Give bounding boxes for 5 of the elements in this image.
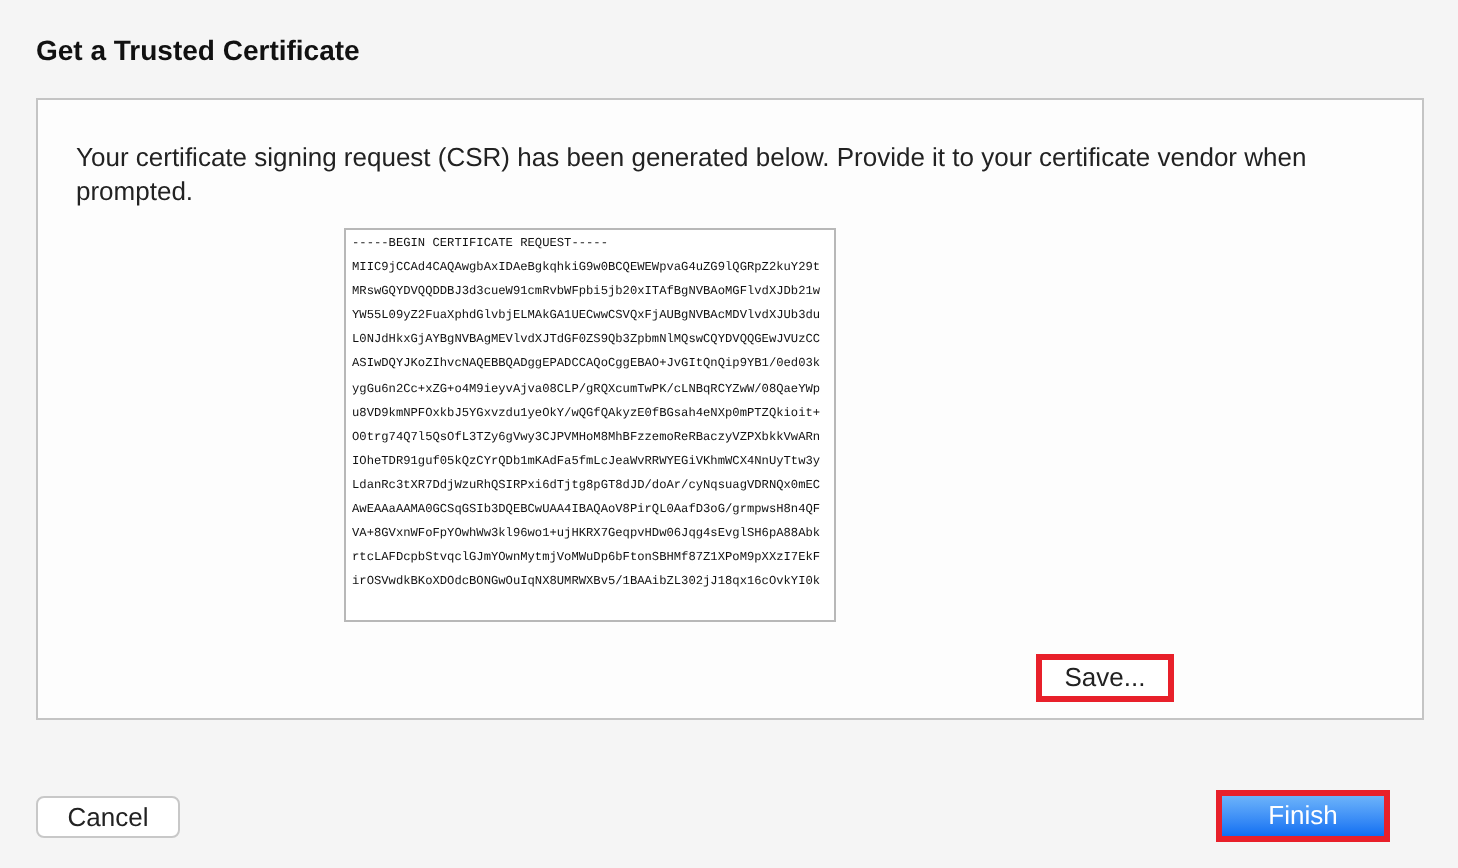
csr-text-area[interactable] xyxy=(344,228,836,622)
cancel-button[interactable]: Cancel xyxy=(36,795,180,837)
instruction-text: Your certificate signing request (CSR) has been generated below. Provide it to your certificate vendor when prompted. xyxy=(76,140,1309,208)
save-button[interactable]: Save... xyxy=(1036,654,1174,702)
dialog-title: Get a Trusted Certificate xyxy=(36,32,362,70)
